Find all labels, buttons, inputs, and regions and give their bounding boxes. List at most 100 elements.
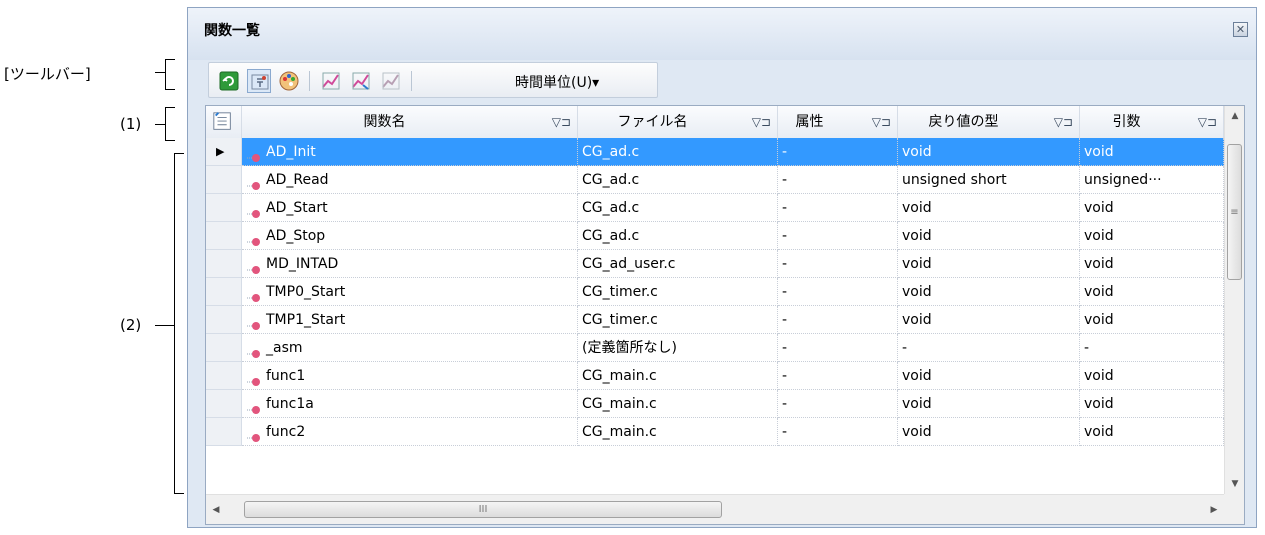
table-row[interactable]: _asm (定義箇所なし) - - -: [206, 334, 1224, 362]
filter-icon[interactable]: ▽⊐: [1054, 106, 1073, 138]
row-header[interactable]: [206, 222, 242, 250]
cell-name: MD_INTAD: [242, 250, 578, 278]
table-row[interactable]: AD_Start CG_ad.c - void void: [206, 194, 1224, 222]
row-header[interactable]: [206, 250, 242, 278]
table-row[interactable]: MD_INTAD CG_ad_user.c - void void: [206, 250, 1224, 278]
scroll-up-button[interactable]: ▲: [1225, 106, 1244, 126]
function-table: 関数名 ▽⊐ ファイル名 ▽⊐ 属性 ▽⊐ 戻り値の型 ▽⊐ 引数 ▽⊐ ▶ AD…: [205, 105, 1245, 525]
cell-text: void: [902, 200, 932, 216]
refresh-icon[interactable]: [217, 69, 241, 93]
cell-text: void: [902, 396, 932, 412]
profile-clear-icon[interactable]: [379, 69, 403, 93]
row-header[interactable]: [206, 166, 242, 194]
table-row[interactable]: func1a CG_main.c - void void: [206, 390, 1224, 418]
cell-name: AD_Init: [242, 138, 578, 166]
table-row[interactable]: ▶ AD_Init CG_ad.c - void void: [206, 138, 1224, 166]
cell-text: -: [782, 396, 788, 412]
row-header[interactable]: [206, 390, 242, 418]
column-settings-icon[interactable]: [206, 106, 242, 138]
cell-text: CG_timer.c: [582, 312, 658, 328]
toolbar-bracket-line: [155, 72, 165, 73]
cell-file: CG_timer.c: [578, 306, 778, 334]
cell-name: func1a: [242, 390, 578, 418]
scroll-down-button[interactable]: ▼: [1225, 474, 1244, 494]
cell-ret: void: [898, 250, 1080, 278]
cell-text: AD_Read: [266, 172, 329, 188]
table-row[interactable]: TMP1_Start CG_timer.c - void void: [206, 306, 1224, 334]
panel-title: 関数一覧: [204, 23, 260, 39]
vertical-scrollbar[interactable]: ▲ ≡ ▼: [1224, 106, 1244, 494]
row-header[interactable]: [206, 334, 242, 362]
cell-name: AD_Stop: [242, 222, 578, 250]
row-header[interactable]: [206, 362, 242, 390]
color-icon[interactable]: [277, 69, 301, 93]
scroll-left-button[interactable]: ◀: [206, 495, 226, 524]
vertical-scroll-thumb[interactable]: ≡: [1227, 144, 1242, 280]
column-header-file[interactable]: ファイル名 ▽⊐: [578, 106, 778, 138]
filter-icon[interactable]: ▽⊐: [1198, 106, 1217, 138]
row-header[interactable]: [206, 194, 242, 222]
horizontal-scroll-thumb[interactable]: III: [244, 501, 722, 518]
function-icon: [246, 230, 262, 246]
row-header[interactable]: ▶: [206, 138, 242, 166]
profile-reset-icon[interactable]: [349, 69, 373, 93]
cell-ret: void: [898, 222, 1080, 250]
column-header-attr[interactable]: 属性 ▽⊐: [778, 106, 898, 138]
function-list-panel: 関数一覧 ✕ 時間単位(U)▾ 関数名 ▽⊐ ファイル名 ▽⊐ 属性 ▽⊐ 戻り…: [187, 7, 1257, 528]
filter-icon[interactable]: ▽⊐: [552, 106, 571, 138]
filter-icon[interactable]: ▽⊐: [872, 106, 891, 138]
column-header-label: 引数: [1112, 114, 1141, 130]
cell-args: void: [1080, 418, 1224, 446]
column-header-label: ファイル名: [617, 114, 688, 130]
toolbar-bracket-top: [165, 59, 175, 60]
cell-attr: -: [778, 250, 898, 278]
cell-args: void: [1080, 138, 1224, 166]
row-header[interactable]: [206, 278, 242, 306]
row-header[interactable]: [206, 306, 242, 334]
header-bracket-top: [165, 107, 175, 108]
horizontal-scrollbar[interactable]: ◀ III ▶: [206, 494, 1224, 524]
list-annotation: (2): [120, 316, 142, 334]
column-header-args[interactable]: 引数 ▽⊐: [1080, 106, 1224, 138]
cell-text: -: [1084, 340, 1090, 356]
cell-attr: -: [778, 362, 898, 390]
cell-text: CG_main.c: [582, 396, 657, 412]
cell-file: CG_ad.c: [578, 138, 778, 166]
table-row[interactable]: func2 CG_main.c - void void: [206, 418, 1224, 446]
table-row[interactable]: AD_Stop CG_ad.c - void void: [206, 222, 1224, 250]
scroll-right-button[interactable]: ▶: [1204, 495, 1224, 524]
list-bracket-top: [174, 153, 184, 154]
jump-icon[interactable]: [247, 69, 271, 93]
cell-name: TMP0_Start: [242, 278, 578, 306]
table-row[interactable]: TMP0_Start CG_timer.c - void void: [206, 278, 1224, 306]
row-header[interactable]: [206, 418, 242, 446]
column-header-return[interactable]: 戻り値の型 ▽⊐: [898, 106, 1080, 138]
cell-attr: -: [778, 418, 898, 446]
cell-text: void: [902, 368, 932, 384]
cell-file: CG_ad.c: [578, 194, 778, 222]
cell-file: CG_main.c: [578, 362, 778, 390]
time-unit-menu[interactable]: 時間単位(U)▾: [515, 72, 599, 92]
cell-attr: -: [778, 390, 898, 418]
cell-file: CG_main.c: [578, 390, 778, 418]
table-row[interactable]: AD_Read CG_ad.c - unsigned short unsigned···: [206, 166, 1224, 194]
cell-ret: unsigned short: [898, 166, 1080, 194]
cell-text: (定義箇所なし): [582, 340, 677, 356]
size-grip: [1224, 494, 1244, 524]
cell-name: func1: [242, 362, 578, 390]
close-icon[interactable]: ✕: [1233, 22, 1248, 37]
profile-icon[interactable]: [319, 69, 343, 93]
cell-ret: void: [898, 194, 1080, 222]
function-icon: [246, 146, 262, 162]
list-bracket-bottom: [174, 493, 184, 494]
function-icon: [246, 342, 262, 358]
function-icon: [246, 286, 262, 302]
filter-icon[interactable]: ▽⊐: [752, 106, 771, 138]
function-icon: [246, 258, 262, 274]
header-bracket-line: [155, 124, 165, 125]
table-row[interactable]: func1 CG_main.c - void void: [206, 362, 1224, 390]
toolbar-separator: [309, 71, 310, 91]
column-header-name[interactable]: 関数名 ▽⊐: [242, 106, 578, 138]
cell-ret: void: [898, 306, 1080, 334]
header-bracket-bottom: [165, 140, 175, 141]
